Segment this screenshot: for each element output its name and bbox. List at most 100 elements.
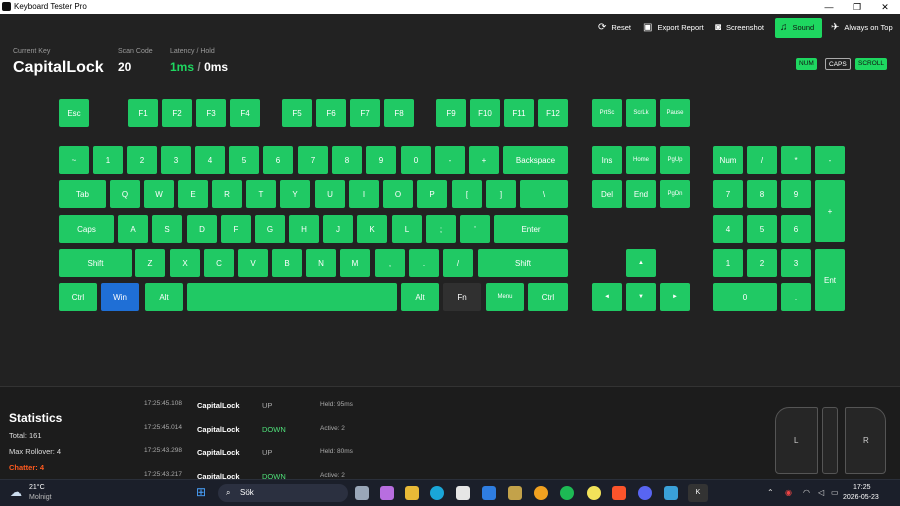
- key-rshift[interactable]: Shift: [478, 249, 568, 277]
- key-j[interactable]: J: [323, 215, 353, 243]
- key-d2[interactable]: 2: [127, 146, 157, 174]
- key-right[interactable]: ►: [660, 283, 690, 311]
- wifi-icon[interactable]: ◠: [803, 488, 810, 497]
- key-f12[interactable]: F12: [538, 99, 568, 127]
- key-n1[interactable]: 1: [713, 249, 743, 277]
- key-y[interactable]: Y: [280, 180, 310, 208]
- screenshot-button[interactable]: ◙ Screenshot: [710, 18, 769, 38]
- snapchat-icon[interactable]: [587, 486, 601, 500]
- key-menu[interactable]: Menu: [486, 283, 524, 311]
- key-z[interactable]: Z: [135, 249, 165, 277]
- key-f[interactable]: F: [221, 215, 251, 243]
- key-end[interactable]: End: [626, 180, 656, 208]
- key-f8[interactable]: F8: [384, 99, 414, 127]
- key-pgdn[interactable]: PgDn: [660, 180, 690, 208]
- key-period[interactable]: .: [409, 249, 439, 277]
- key-bslash[interactable]: \: [520, 180, 568, 208]
- key-esc[interactable]: Esc: [59, 99, 89, 127]
- key-f5[interactable]: F5: [282, 99, 312, 127]
- sound-toggle[interactable]: ♫ Sound: [775, 18, 822, 38]
- windows-start-icon[interactable]: ⊞: [196, 485, 206, 499]
- key-f11[interactable]: F11: [504, 99, 534, 127]
- key-a[interactable]: A: [118, 215, 148, 243]
- key-scrlk[interactable]: ScrLk: [626, 99, 656, 127]
- key-d4[interactable]: 4: [195, 146, 225, 174]
- key-minus[interactable]: -: [435, 146, 465, 174]
- key-ndiv[interactable]: /: [747, 146, 777, 174]
- key-x[interactable]: X: [170, 249, 200, 277]
- key-s[interactable]: S: [152, 215, 182, 243]
- key-n2[interactable]: 2: [747, 249, 777, 277]
- key-nent[interactable]: Ent: [815, 249, 845, 311]
- key-d8[interactable]: 8: [332, 146, 362, 174]
- close-button[interactable]: ✕: [871, 0, 899, 14]
- key-ndot[interactable]: .: [781, 283, 811, 311]
- key-t[interactable]: T: [246, 180, 276, 208]
- key-fn[interactable]: Fn: [443, 283, 481, 311]
- key-b[interactable]: B: [272, 249, 302, 277]
- key-pgup[interactable]: PgUp: [660, 146, 690, 174]
- key-h[interactable]: H: [289, 215, 319, 243]
- notepad-icon[interactable]: [664, 486, 678, 500]
- key-slash[interactable]: /: [443, 249, 473, 277]
- key-n[interactable]: N: [306, 249, 336, 277]
- key-semi[interactable]: ;: [426, 215, 456, 243]
- key-r[interactable]: R: [212, 180, 242, 208]
- task-view-icon[interactable]: [355, 486, 369, 500]
- key-w[interactable]: W: [144, 180, 174, 208]
- key-nplus[interactable]: +: [815, 180, 845, 242]
- brave-icon[interactable]: [612, 486, 626, 500]
- key-nmul[interactable]: *: [781, 146, 811, 174]
- reset-button[interactable]: ⟳ Reset: [593, 18, 636, 38]
- key-left[interactable]: ◄: [592, 283, 622, 311]
- key-del[interactable]: Del: [592, 180, 622, 208]
- key-space[interactable]: [187, 283, 397, 311]
- key-f4[interactable]: F4: [230, 99, 260, 127]
- speaker-icon[interactable]: ◁: [818, 488, 824, 497]
- key-win[interactable]: Win: [101, 283, 139, 311]
- key-f1[interactable]: F1: [128, 99, 158, 127]
- file-explorer-icon[interactable]: [405, 486, 419, 500]
- key-tab[interactable]: Tab: [59, 180, 106, 208]
- tray-app-icon[interactable]: ◉: [785, 488, 792, 497]
- key-ralt[interactable]: Alt: [401, 283, 439, 311]
- key-backspace[interactable]: Backspace: [503, 146, 568, 174]
- key-m[interactable]: M: [340, 249, 370, 277]
- key-q[interactable]: Q: [110, 180, 140, 208]
- key-numlock[interactable]: Num: [713, 146, 743, 174]
- key-n7[interactable]: 7: [713, 180, 743, 208]
- copilot-icon[interactable]: [380, 486, 394, 500]
- key-u[interactable]: U: [315, 180, 345, 208]
- key-f9[interactable]: F9: [436, 99, 466, 127]
- key-f6[interactable]: F6: [316, 99, 346, 127]
- key-d0[interactable]: 0: [401, 146, 431, 174]
- app-orange-icon[interactable]: [534, 486, 548, 500]
- key-lalt[interactable]: Alt: [145, 283, 183, 311]
- key-l[interactable]: L: [392, 215, 422, 243]
- key-i[interactable]: I: [349, 180, 379, 208]
- key-f3[interactable]: F3: [196, 99, 226, 127]
- key-lbr[interactable]: [: [452, 180, 482, 208]
- key-d9[interactable]: 9: [366, 146, 396, 174]
- key-v[interactable]: V: [238, 249, 268, 277]
- key-d[interactable]: D: [187, 215, 217, 243]
- key-p[interactable]: P: [417, 180, 447, 208]
- key-n8[interactable]: 8: [747, 180, 777, 208]
- key-pause[interactable]: Pause: [660, 99, 690, 127]
- key-lshift[interactable]: Shift: [59, 249, 132, 277]
- key-up[interactable]: ▲: [626, 249, 656, 277]
- key-o[interactable]: O: [383, 180, 413, 208]
- tools-icon[interactable]: [508, 486, 522, 500]
- key-d1[interactable]: 1: [93, 146, 123, 174]
- key-comma[interactable]: ,: [375, 249, 405, 277]
- key-quote[interactable]: ': [460, 215, 490, 243]
- key-n5[interactable]: 5: [747, 215, 777, 243]
- key-home[interactable]: Home: [626, 146, 656, 174]
- key-down[interactable]: ▼: [626, 283, 656, 311]
- chevron-up-icon[interactable]: ⌃: [767, 488, 774, 497]
- spotify-icon[interactable]: [560, 486, 574, 500]
- mail-icon[interactable]: [482, 486, 496, 500]
- store-icon[interactable]: [456, 486, 470, 500]
- discord-icon[interactable]: [638, 486, 652, 500]
- key-rbr[interactable]: ]: [486, 180, 516, 208]
